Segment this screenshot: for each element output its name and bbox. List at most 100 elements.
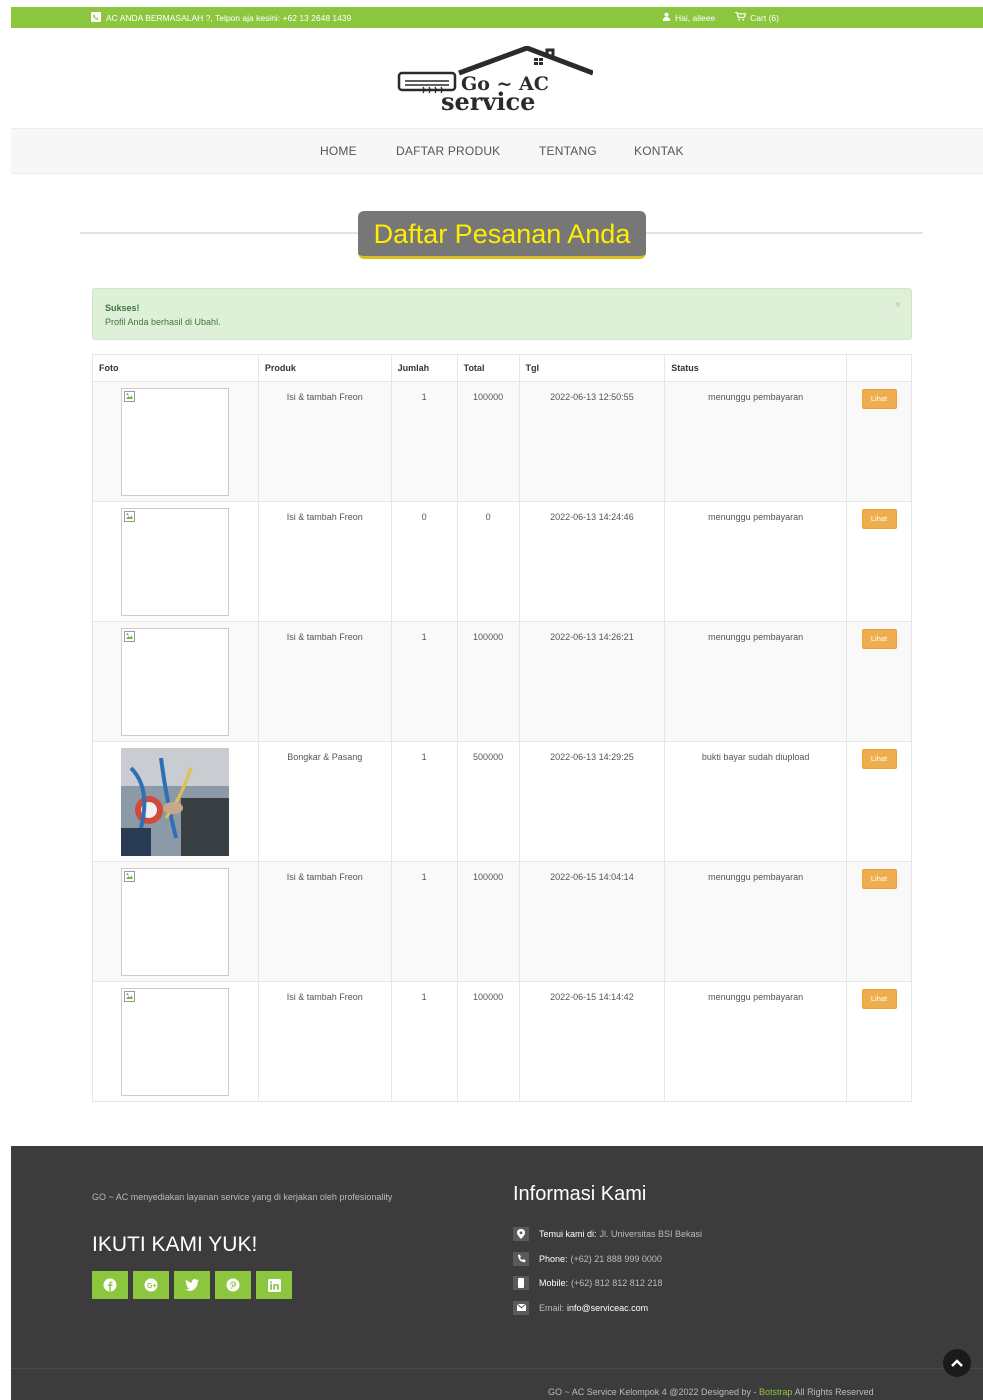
alert-message: Profil Anda berhasil di Ubahl. [105, 317, 221, 327]
email-label: Email: [539, 1302, 565, 1313]
cell-foto [92, 741, 259, 862]
cell-status: menunggu pembayaran [664, 621, 848, 742]
google-plus-icon: G+ [144, 1278, 158, 1292]
address-label: Temui kami di: [539, 1229, 597, 1240]
header-jumlah: Jumlah [390, 354, 458, 382]
success-alert: Sukses! Profil Anda berhasil di Ubahl. × [92, 288, 912, 340]
page-title: Daftar Pesanan Anda [358, 211, 646, 259]
cell-total: 100000 [456, 861, 520, 982]
broken-image-icon [124, 631, 136, 642]
info-email: Email: info@serviceac.com [513, 1296, 702, 1321]
cell-foto [92, 621, 259, 742]
header-status: Status [664, 354, 848, 382]
chevron-up-icon [951, 1359, 963, 1367]
lihat-button[interactable]: Lihat [861, 389, 897, 409]
cell-produk: Isi & tambah Freon [257, 381, 392, 502]
cell-tgl: 2022-06-13 14:29:25 [518, 741, 666, 862]
user-greeting: Hai, aileee [675, 12, 716, 23]
cell-status: menunggu pembayaran [664, 981, 848, 1102]
broken-image-icon [124, 511, 136, 522]
follow-title: IKUTI KAMI YUK! [92, 1233, 258, 1256]
lihat-button[interactable]: Lihat [861, 989, 897, 1009]
cell-action: Lihat [846, 501, 912, 622]
copyright-link[interactable]: Botstrap [759, 1387, 793, 1397]
footer-description: GO ~ AC menyediakan layanan service yang… [92, 1192, 393, 1202]
user-icon [662, 12, 671, 23]
nav-home[interactable]: HOME [320, 144, 357, 158]
cell-status: menunggu pembayaran [664, 861, 848, 982]
cell-tgl: 2022-06-13 14:26:21 [518, 621, 666, 742]
cell-status: menunggu pembayaran [664, 381, 848, 502]
cart-icon [735, 11, 747, 23]
table-row: Isi & tambah Freon 1 100000 2022-06-15 14:1… [92, 981, 912, 1102]
email-value[interactable]: info@serviceac.com [567, 1303, 648, 1313]
cell-foto [92, 861, 259, 982]
broken-image [121, 988, 230, 1096]
lihat-button[interactable]: Lihat [861, 869, 897, 889]
table-row: Isi & tambah Freon 1 100000 2022-06-13 14:2… [92, 621, 912, 742]
phone-square-icon [91, 12, 101, 24]
copyright-prefix: GO ~ AC Service Kelompok 4 @2022 Designe… [548, 1387, 757, 1397]
cell-foto [92, 501, 259, 622]
cell-jumlah: 1 [390, 621, 458, 742]
cell-produk: Isi & tambah Freon [257, 621, 392, 742]
copyright-suffix: All Rights Reserved [794, 1387, 874, 1397]
google-plus-button[interactable]: G+ [133, 1271, 169, 1299]
cell-jumlah: 1 [390, 981, 458, 1102]
orders-table: Foto Produk Jumlah Total Tgl Status Isi … [92, 354, 912, 1102]
nav-daftar-produk[interactable]: DAFTAR PRODUK [396, 144, 500, 158]
linkedin-button[interactable] [256, 1271, 292, 1299]
cell-action: Lihat [846, 381, 912, 502]
phone-label: Phone: [539, 1253, 568, 1264]
scroll-to-top-button[interactable] [943, 1349, 971, 1377]
header-action [846, 354, 912, 382]
cart-link[interactable]: Cart (6) [735, 11, 779, 23]
cell-tgl: 2022-06-13 12:50:55 [518, 381, 666, 502]
site-logo[interactable]: Go ~ AC service [397, 45, 594, 116]
cell-jumlah: 1 [390, 741, 458, 862]
social-links: G+ [92, 1271, 292, 1299]
mobile-value: (+62) 812 812 812 218 [571, 1278, 663, 1289]
broken-image-icon [124, 391, 136, 402]
alert-close-button[interactable]: × [895, 299, 901, 311]
cell-total: 0 [456, 501, 520, 622]
header-foto: Foto [92, 354, 259, 382]
twitter-button[interactable] [174, 1271, 210, 1299]
info-mobile: Mobile: (+62) 812 812 812 218 [513, 1271, 702, 1296]
user-greeting-link[interactable]: Hai, aileee [662, 12, 715, 23]
info-list: Temui kami di: Jl. Universitas BSI Bekas… [513, 1222, 702, 1320]
facebook-button[interactable] [92, 1271, 128, 1299]
lihat-button[interactable]: Lihat [861, 509, 897, 529]
nav-kontak[interactable]: KONTAK [634, 144, 684, 158]
cell-action: Lihat [846, 861, 912, 982]
table-row: Isi & tambah Freon 1 100000 2022-06-13 12:5… [92, 381, 912, 502]
pinterest-button[interactable] [215, 1271, 251, 1299]
cell-total: 100000 [456, 621, 520, 742]
broken-image [121, 388, 230, 496]
address-value: Jl. Universitas BSI Bekasi [599, 1229, 703, 1240]
table-row: Isi & tambah Freon 0 0 2022-06-13 14:24:46 m… [92, 501, 912, 622]
info-title: Informasi Kami [513, 1183, 647, 1205]
cell-tgl: 2022-06-13 14:24:46 [518, 501, 666, 622]
twitter-icon [185, 1279, 199, 1291]
table-row: Isi & tambah Freon 1 100000 2022-06-15 14:0… [92, 861, 912, 982]
copyright: GO ~ AC Service Kelompok 4 @2022 Designe… [548, 1387, 874, 1397]
broken-image-icon [124, 991, 136, 1002]
envelope-icon [513, 1300, 529, 1315]
header-total: Total [456, 354, 520, 382]
nav-tentang[interactable]: TENTANG [539, 144, 597, 158]
cell-produk: Isi & tambah Freon [257, 861, 392, 982]
cell-foto [92, 381, 259, 502]
product-photo [121, 748, 230, 856]
cell-status: bukti bayar sudah diupload [664, 741, 848, 862]
cell-foto [92, 981, 259, 1102]
cell-status: menunggu pembayaran [664, 501, 848, 622]
site-footer: GO ~ AC menyediakan layanan service yang… [11, 1146, 983, 1400]
cell-jumlah: 1 [390, 381, 458, 502]
cell-tgl: 2022-06-15 14:14:42 [518, 981, 666, 1102]
info-phone: Phone: (+62) 21 888 999 0000 [513, 1247, 702, 1272]
lihat-button[interactable]: Lihat [861, 629, 897, 649]
lihat-button[interactable]: Lihat [861, 749, 897, 769]
cell-produk: Isi & tambah Freon [257, 981, 392, 1102]
phone-value: (+62) 21 888 999 0000 [570, 1253, 662, 1264]
